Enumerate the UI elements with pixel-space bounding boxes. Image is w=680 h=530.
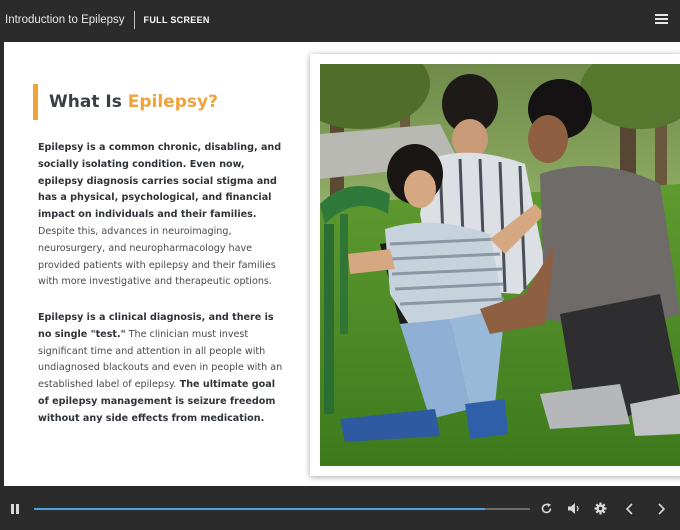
progress-fill: [34, 508, 486, 510]
replay-icon[interactable]: [540, 502, 553, 515]
heading-prefix: What Is: [49, 92, 128, 112]
heading-accent-bar: [33, 84, 38, 120]
slide-heading: What Is Epilepsy?: [33, 84, 218, 120]
settings-icon[interactable]: [594, 502, 607, 515]
volume-icon[interactable]: [567, 502, 581, 515]
page-title: What Is Epilepsy?: [49, 92, 218, 112]
heading-accent: Epilepsy?: [127, 92, 218, 112]
course-title: Introduction to Epilepsy: [5, 14, 125, 26]
photo-child-seizure-park: [320, 64, 680, 466]
paragraph-1-bold: Epilepsy is a common chronic, disabling,…: [38, 142, 282, 221]
pause-icon[interactable]: [10, 503, 20, 515]
photo-frame: [310, 54, 680, 476]
player-controls: [0, 488, 680, 530]
progress-bar[interactable]: [34, 508, 530, 510]
paragraph-1-regular: Despite this, advances in neuroimaging, …: [38, 225, 276, 288]
next-icon[interactable]: [657, 503, 666, 515]
slide-content: What Is Epilepsy? Epilepsy is a common c…: [4, 42, 680, 486]
hamburger-menu-icon[interactable]: [655, 14, 668, 25]
title-separator: [133, 11, 135, 29]
top-bar: Introduction to Epilepsy FULL SCREEN: [0, 0, 680, 40]
previous-icon[interactable]: [625, 503, 634, 515]
fullscreen-button[interactable]: FULL SCREEN: [144, 15, 210, 25]
paragraph-2: Epilepsy is a clinical diagnosis, and th…: [38, 310, 288, 428]
paragraph-1: Epilepsy is a common chronic, disabling,…: [38, 140, 288, 291]
